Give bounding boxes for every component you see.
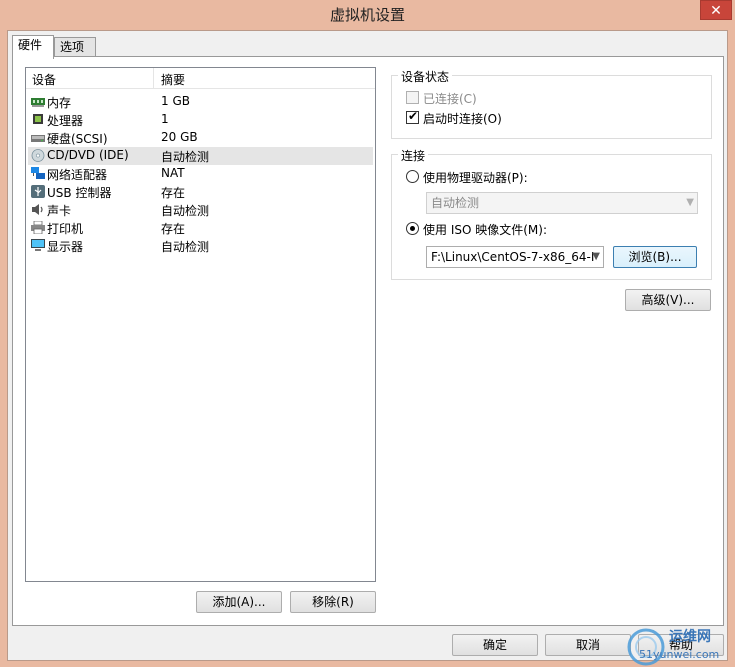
browse-button[interactable]: 浏览(B)... [613,246,697,268]
device-name: CD/DVD (IDE) [47,148,129,162]
device-row-sound-card[interactable]: 声卡 自动检测 [28,201,373,219]
iso-path-combobox[interactable]: F:\Linux\CentOS-7-x86_64-I ▼ [426,246,604,268]
connected-label: 已连接(C) [423,92,477,106]
device-row-memory[interactable]: 内存 1 GB [28,93,373,111]
connect-at-power-on-checkbox[interactable]: ✔ [406,109,419,124]
device-status-title: 设备状态 [398,68,453,85]
physical-drive-dropdown-value: 自动检测 [431,196,480,210]
chevron-down-icon: ▼ [686,197,694,208]
device-list-header: 设备 摘要 [26,68,375,89]
device-name: 内存 [47,96,72,110]
tab-hardware[interactable]: 硬件 [12,35,54,59]
network-adapter-icon [31,167,45,179]
window-title: 虚拟机设置 [329,6,405,24]
watermark-logo: 运维网 51yunwei.com [625,622,735,667]
device-row-processor[interactable]: 处理器 1 [28,111,373,129]
display-icon [31,239,45,251]
device-summary: NAT [161,166,185,180]
device-summary: 自动检测 [161,204,210,218]
title-bar: 虚拟机设置 ✕ [0,0,735,26]
device-summary: 自动检测 [161,240,210,254]
hard-disk-icon [31,135,45,142]
device-summary: 自动检测 [161,150,210,164]
sound-card-icon [32,204,43,215]
device-name: 打印机 [47,222,84,236]
processor-icon [33,114,43,124]
physical-drive-label: 使用物理驱动器(P): [423,171,528,185]
column-separator[interactable] [153,68,154,88]
device-row-network-adapter[interactable]: 网络适配器 NAT [28,165,373,183]
physical-drive-radio[interactable] [406,170,419,183]
cd-dvd-icon [31,149,45,162]
device-name: 显示器 [47,240,84,254]
add-device-button[interactable]: 添加(A)... [196,591,282,613]
device-name: USB 控制器 [47,186,112,200]
radio-selected-dot [410,226,415,231]
device-summary: 1 GB [161,94,190,108]
device-row-printer[interactable]: 打印机 存在 [28,219,373,237]
tab-options[interactable]: 选项 [54,37,96,57]
cancel-button[interactable]: 取消 [545,634,631,656]
watermark-site: 运维网 [669,629,711,645]
usb-controller-icon [31,185,45,198]
physical-drive-dropdown[interactable]: 自动检测 ▼ [426,192,698,214]
hardware-panel: 设备 摘要 内存 1 GB 处理器 1 硬盘(SCSI) 20 GB CD/DV… [12,56,724,626]
dialog-window: 虚拟机设置 ✕ 硬件 选项 设备 摘要 内存 1 GB 处理器 1 硬盘(SCS… [0,0,735,667]
advanced-button[interactable]: 高级(V)... [625,289,711,311]
device-row-usb-controller[interactable]: USB 控制器 存在 [28,183,373,201]
device-row-hard-disk[interactable]: 硬盘(SCSI) 20 GB [28,129,373,147]
printer-icon [31,221,45,234]
device-summary: 20 GB [161,130,198,144]
iso-image-radio[interactable] [406,222,419,235]
connected-checkbox[interactable] [406,91,419,104]
device-name: 声卡 [47,204,72,218]
device-summary: 存在 [161,222,186,236]
remove-device-button[interactable]: 移除(R) [290,591,376,613]
memory-icon [31,98,45,107]
iso-image-label: 使用 ISO 映像文件(M): [423,223,547,237]
chevron-down-icon: ▼ [592,251,600,262]
device-name: 处理器 [47,114,84,128]
checkmark-icon: ✔ [408,109,419,123]
column-header-summary[interactable]: 摘要 [161,71,185,88]
device-row-display[interactable]: 显示器 自动检测 [28,237,373,255]
ok-button[interactable]: 确定 [452,634,538,656]
watermark-url: 51yunwei.com [639,648,720,661]
close-button[interactable]: ✕ [700,0,732,20]
device-name: 网络适配器 [47,168,108,182]
device-name: 硬盘(SCSI) [47,132,108,146]
column-header-device[interactable]: 设备 [32,71,56,88]
connect-at-power-on-label: 启动时连接(O) [423,112,502,126]
dialog-client-area: 硬件 选项 设备 摘要 内存 1 GB 处理器 1 硬盘(SCSI) 20 GB… [7,30,728,661]
connection-title: 连接 [398,147,429,164]
device-status-group: 设备状态 已连接(C) ✔ 启动时连接(O) [391,68,712,139]
device-list[interactable]: 设备 摘要 内存 1 GB 处理器 1 硬盘(SCSI) 20 GB CD/DV… [25,67,376,582]
iso-path-value: F:\Linux\CentOS-7-x86_64-I [431,250,595,264]
device-summary: 存在 [161,186,186,200]
connection-group: 连接 使用物理驱动器(P): 自动检测 ▼ 使用 ISO 映像文件(M): F:… [391,147,712,280]
device-row-cd-dvd[interactable]: CD/DVD (IDE) 自动检测 [28,147,373,165]
device-summary: 1 [161,112,169,126]
